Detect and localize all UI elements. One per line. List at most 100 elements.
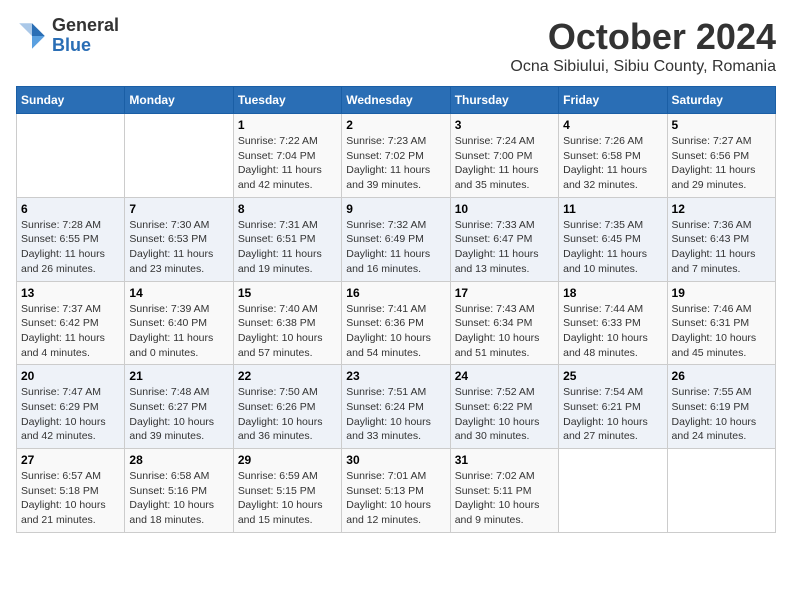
calendar-cell: 5Sunrise: 7:27 AM Sunset: 6:56 PM Daylig…: [667, 114, 775, 198]
calendar-cell: 7 Sunrise: 7:30 AM Sunset: 6:53 PM Daylig…: [125, 197, 233, 281]
day-detail: Sunrise: 6:57 AM Sunset: 5:18 PM Dayligh…: [21, 469, 120, 528]
calendar-cell: 6Sunrise: 7:28 AM Sunset: 6:55 PM Daylig…: [17, 197, 125, 281]
day-number: 3: [455, 118, 554, 132]
calendar-week-row: 20 Sunrise: 7:47 AM Sunset: 6:29 PM Dayli…: [17, 365, 776, 449]
calendar-cell: 27 Sunrise: 6:57 AM Sunset: 5:18 PM Dayli…: [17, 449, 125, 533]
day-detail: Sunrise: 7:40 AM Sunset: 6:38 PM Dayligh…: [238, 302, 337, 361]
day-detail: Sunrise: 7:44 AM Sunset: 6:33 PM Dayligh…: [563, 302, 662, 361]
calendar-table: SundayMondayTuesdayWednesdayThursdayFrid…: [16, 86, 776, 533]
day-number: 2: [346, 118, 445, 132]
calendar-cell: 17Sunrise: 7:43 AM Sunset: 6:34 PM Dayli…: [450, 281, 558, 365]
day-number: 22: [238, 369, 337, 383]
calendar-cell: 4Sunrise: 7:26 AM Sunset: 6:58 PM Daylig…: [559, 114, 667, 198]
weekday-header-row: SundayMondayTuesdayWednesdayThursdayFrid…: [17, 87, 776, 114]
day-number: 14: [129, 286, 228, 300]
calendar-cell: 14 Sunrise: 7:39 AM Sunset: 6:40 PM Dayli…: [125, 281, 233, 365]
calendar-week-row: 1 Sunrise: 7:22 AM Sunset: 7:04 PM Daylig…: [17, 114, 776, 198]
weekday-header: Sunday: [17, 87, 125, 114]
day-detail: Sunrise: 7:55 AM Sunset: 6:19 PM Dayligh…: [672, 385, 771, 444]
day-detail: Sunrise: 7:54 AM Sunset: 6:21 PM Dayligh…: [563, 385, 662, 444]
calendar-cell: 9 Sunrise: 7:32 AM Sunset: 6:49 PM Daylig…: [342, 197, 450, 281]
calendar-cell: 26 Sunrise: 7:55 AM Sunset: 6:19 PM Dayli…: [667, 365, 775, 449]
weekday-header: Wednesday: [342, 87, 450, 114]
day-detail: Sunrise: 7:22 AM Sunset: 7:04 PM Dayligh…: [238, 134, 337, 193]
calendar-cell: 23 Sunrise: 7:51 AM Sunset: 6:24 PM Dayli…: [342, 365, 450, 449]
calendar-cell: 13Sunrise: 7:37 AM Sunset: 6:42 PM Dayli…: [17, 281, 125, 365]
day-detail: Sunrise: 7:02 AM Sunset: 5:11 PM Dayligh…: [455, 469, 554, 528]
title-area: October 2024 Ocna Sibiului, Sibiu County…: [510, 16, 776, 76]
day-detail: Sunrise: 7:48 AM Sunset: 6:27 PM Dayligh…: [129, 385, 228, 444]
calendar-week-row: 13Sunrise: 7:37 AM Sunset: 6:42 PM Dayli…: [17, 281, 776, 365]
calendar-cell: 2 Sunrise: 7:23 AM Sunset: 7:02 PM Daylig…: [342, 114, 450, 198]
day-number: 25: [563, 369, 662, 383]
day-number: 27: [21, 453, 120, 467]
day-detail: Sunrise: 7:23 AM Sunset: 7:02 PM Dayligh…: [346, 134, 445, 193]
day-number: 26: [672, 369, 771, 383]
day-number: 20: [21, 369, 120, 383]
day-detail: Sunrise: 7:27 AM Sunset: 6:56 PM Dayligh…: [672, 134, 771, 193]
weekday-header: Friday: [559, 87, 667, 114]
day-detail: Sunrise: 7:33 AM Sunset: 6:47 PM Dayligh…: [455, 218, 554, 277]
calendar-week-row: 6Sunrise: 7:28 AM Sunset: 6:55 PM Daylig…: [17, 197, 776, 281]
calendar-cell: 10Sunrise: 7:33 AM Sunset: 6:47 PM Dayli…: [450, 197, 558, 281]
calendar-cell: 20 Sunrise: 7:47 AM Sunset: 6:29 PM Dayli…: [17, 365, 125, 449]
day-detail: Sunrise: 7:52 AM Sunset: 6:22 PM Dayligh…: [455, 385, 554, 444]
calendar-cell: 16Sunrise: 7:41 AM Sunset: 6:36 PM Dayli…: [342, 281, 450, 365]
day-number: 7: [129, 202, 228, 216]
day-detail: Sunrise: 7:01 AM Sunset: 5:13 PM Dayligh…: [346, 469, 445, 528]
day-detail: Sunrise: 7:36 AM Sunset: 6:43 PM Dayligh…: [672, 218, 771, 277]
day-number: 12: [672, 202, 771, 216]
calendar-cell: [17, 114, 125, 198]
calendar-cell: 12 Sunrise: 7:36 AM Sunset: 6:43 PM Dayli…: [667, 197, 775, 281]
day-detail: Sunrise: 7:24 AM Sunset: 7:00 PM Dayligh…: [455, 134, 554, 193]
calendar-cell: [667, 449, 775, 533]
day-detail: Sunrise: 7:32 AM Sunset: 6:49 PM Dayligh…: [346, 218, 445, 277]
day-detail: Sunrise: 7:35 AM Sunset: 6:45 PM Dayligh…: [563, 218, 662, 277]
day-detail: Sunrise: 7:31 AM Sunset: 6:51 PM Dayligh…: [238, 218, 337, 277]
calendar-cell: 3 Sunrise: 7:24 AM Sunset: 7:00 PM Daylig…: [450, 114, 558, 198]
weekday-header: Tuesday: [233, 87, 341, 114]
day-detail: Sunrise: 7:47 AM Sunset: 6:29 PM Dayligh…: [21, 385, 120, 444]
calendar-cell: 29Sunrise: 6:59 AM Sunset: 5:15 PM Dayli…: [233, 449, 341, 533]
calendar-cell: 15 Sunrise: 7:40 AM Sunset: 6:38 PM Dayli…: [233, 281, 341, 365]
day-number: 16: [346, 286, 445, 300]
day-detail: Sunrise: 7:26 AM Sunset: 6:58 PM Dayligh…: [563, 134, 662, 193]
day-detail: Sunrise: 7:39 AM Sunset: 6:40 PM Dayligh…: [129, 302, 228, 361]
calendar-cell: 11 Sunrise: 7:35 AM Sunset: 6:45 PM Dayli…: [559, 197, 667, 281]
day-number: 9: [346, 202, 445, 216]
day-detail: Sunrise: 6:58 AM Sunset: 5:16 PM Dayligh…: [129, 469, 228, 528]
day-detail: Sunrise: 7:37 AM Sunset: 6:42 PM Dayligh…: [21, 302, 120, 361]
day-number: 8: [238, 202, 337, 216]
weekday-header: Saturday: [667, 87, 775, 114]
calendar-cell: [125, 114, 233, 198]
calendar-cell: 8 Sunrise: 7:31 AM Sunset: 6:51 PM Daylig…: [233, 197, 341, 281]
day-number: 11: [563, 202, 662, 216]
day-number: 24: [455, 369, 554, 383]
day-detail: Sunrise: 7:50 AM Sunset: 6:26 PM Dayligh…: [238, 385, 337, 444]
calendar-cell: 19Sunrise: 7:46 AM Sunset: 6:31 PM Dayli…: [667, 281, 775, 365]
day-number: 21: [129, 369, 228, 383]
calendar-cell: 28 Sunrise: 6:58 AM Sunset: 5:16 PM Dayli…: [125, 449, 233, 533]
logo-text: General Blue: [52, 16, 119, 56]
calendar-cell: 31 Sunrise: 7:02 AM Sunset: 5:11 PM Dayli…: [450, 449, 558, 533]
calendar-cell: 22 Sunrise: 7:50 AM Sunset: 6:26 PM Dayli…: [233, 365, 341, 449]
day-detail: Sunrise: 7:30 AM Sunset: 6:53 PM Dayligh…: [129, 218, 228, 277]
day-number: 23: [346, 369, 445, 383]
logo: General Blue: [16, 16, 119, 56]
header: General Blue October 2024 Ocna Sibiului,…: [16, 16, 776, 76]
calendar-cell: 30Sunrise: 7:01 AM Sunset: 5:13 PM Dayli…: [342, 449, 450, 533]
day-number: 31: [455, 453, 554, 467]
month-title: October 2024: [510, 16, 776, 58]
day-detail: Sunrise: 7:28 AM Sunset: 6:55 PM Dayligh…: [21, 218, 120, 277]
calendar-cell: 18Sunrise: 7:44 AM Sunset: 6:33 PM Dayli…: [559, 281, 667, 365]
weekday-header: Thursday: [450, 87, 558, 114]
logo-icon: [16, 20, 48, 52]
day-detail: Sunrise: 6:59 AM Sunset: 5:15 PM Dayligh…: [238, 469, 337, 528]
day-detail: Sunrise: 7:43 AM Sunset: 6:34 PM Dayligh…: [455, 302, 554, 361]
day-detail: Sunrise: 7:51 AM Sunset: 6:24 PM Dayligh…: [346, 385, 445, 444]
day-number: 15: [238, 286, 337, 300]
day-number: 28: [129, 453, 228, 467]
day-number: 1: [238, 118, 337, 132]
location-subtitle: Ocna Sibiului, Sibiu County, Romania: [510, 58, 776, 76]
calendar-cell: 24 Sunrise: 7:52 AM Sunset: 6:22 PM Dayli…: [450, 365, 558, 449]
